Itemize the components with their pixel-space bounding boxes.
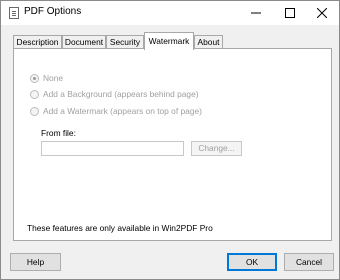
maximize-button[interactable] (273, 1, 307, 25)
pro-notice: These features are only available in Win… (27, 223, 213, 233)
tab-about[interactable]: About (194, 35, 223, 49)
window-title: PDF Options (24, 6, 82, 17)
help-button[interactable]: Help (10, 253, 61, 271)
file-path-input[interactable] (41, 141, 184, 156)
maximize-icon (285, 8, 295, 18)
tab-watermark[interactable]: Watermark (144, 32, 194, 50)
ok-button[interactable]: OK (227, 253, 277, 271)
option-watermark-label: Add a Watermark (appears on top of page) (43, 106, 202, 116)
tab-description[interactable]: Description (13, 35, 62, 49)
pdf-options-dialog: PDF Options Description Document Securit… (0, 0, 340, 280)
change-button[interactable]: Change... (191, 141, 242, 156)
tab-security[interactable]: Security (106, 35, 144, 49)
radio-none[interactable] (30, 74, 39, 83)
minimize-icon (251, 12, 261, 14)
radio-watermark[interactable] (30, 107, 39, 116)
minimize-button[interactable] (239, 1, 273, 25)
from-file-label: From file: (41, 128, 76, 138)
close-button[interactable] (305, 1, 339, 25)
radio-background[interactable] (30, 90, 39, 99)
document-icon (9, 7, 19, 19)
cancel-button[interactable]: Cancel (284, 253, 334, 271)
close-icon (317, 8, 327, 18)
watermark-panel: None Add a Background (appears behind pa… (13, 48, 332, 241)
option-background-label: Add a Background (appears behind page) (43, 89, 199, 99)
title-bar[interactable]: PDF Options (1, 1, 339, 25)
option-none-label: None (43, 73, 64, 83)
tab-document[interactable]: Document (62, 35, 106, 49)
